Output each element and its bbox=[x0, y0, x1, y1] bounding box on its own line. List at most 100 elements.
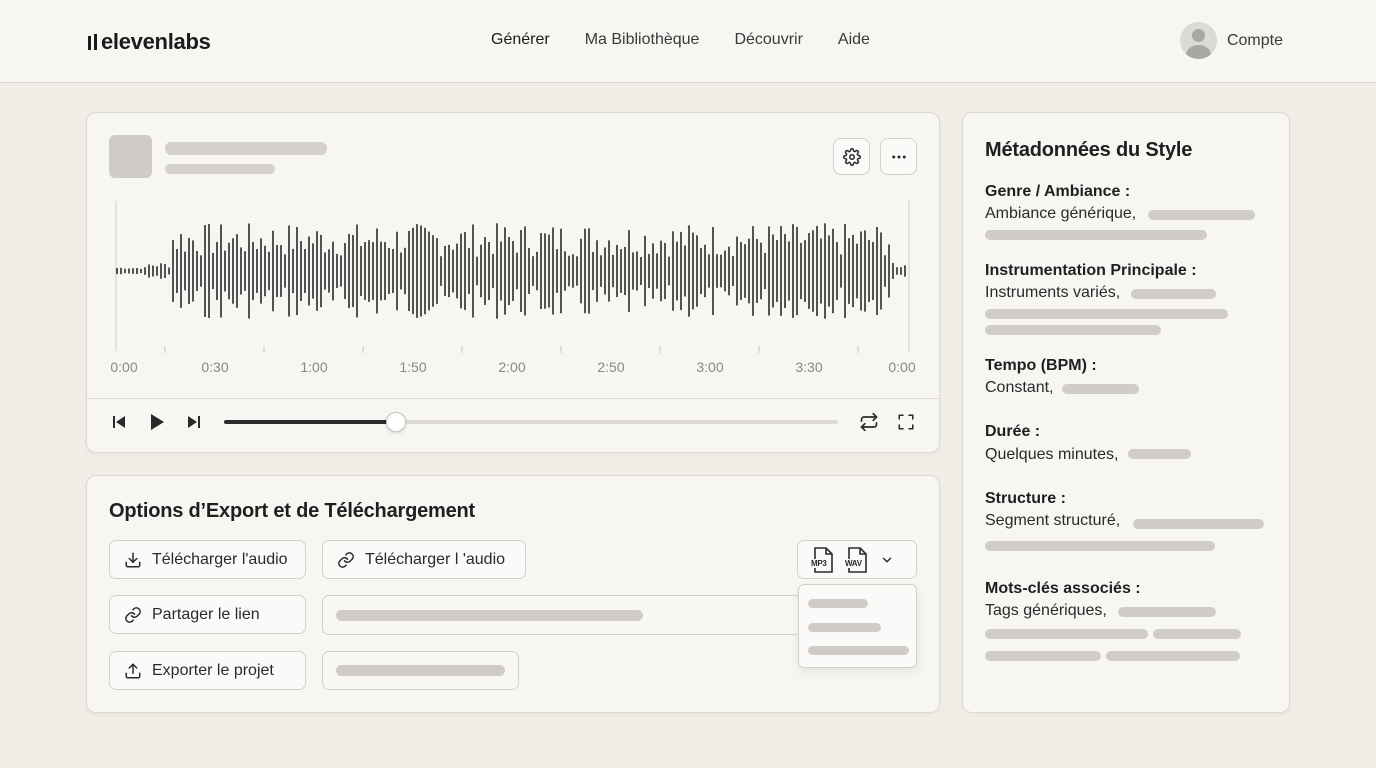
skip-back-icon bbox=[113, 416, 125, 428]
timeline-label: 3:30 bbox=[795, 359, 823, 375]
instrumentation-value: Instruments variés, bbox=[985, 284, 1121, 301]
export-title: Options d’Export et de Téléchargement bbox=[109, 500, 475, 522]
text-placeholder bbox=[1153, 629, 1241, 639]
dropdown-option-placeholder[interactable] bbox=[808, 599, 868, 608]
previous-button[interactable] bbox=[106, 409, 132, 435]
top-navigation-bar: elevenlabs Générer Ma Bibliothèque Décou… bbox=[0, 0, 1376, 83]
wav-file-icon: WAV bbox=[844, 546, 870, 573]
timeline-label: 0:00 bbox=[888, 359, 916, 375]
instrumentation-label: Instrumentation Principale : bbox=[985, 262, 1197, 279]
upload-icon bbox=[125, 663, 141, 678]
text-placeholder bbox=[985, 309, 1228, 319]
repeat-button[interactable] bbox=[856, 409, 882, 435]
main-nav: Générer Ma Bibliothèque Découvrir Aide bbox=[491, 31, 870, 49]
avatar[interactable] bbox=[1179, 22, 1217, 59]
share-link-button[interactable]: Partager le lien bbox=[109, 595, 306, 634]
download-audio-label: Télécharger l'audio bbox=[152, 550, 288, 568]
text-placeholder bbox=[1128, 449, 1191, 459]
text-placeholder bbox=[985, 325, 1161, 335]
track-thumbnail-placeholder bbox=[109, 135, 152, 178]
track-title-placeholder bbox=[165, 142, 327, 155]
duration-value: Quelques minutes, bbox=[985, 446, 1119, 463]
keywords-label: Mots-clés associés : bbox=[985, 580, 1141, 597]
share-link-field[interactable] bbox=[322, 595, 802, 635]
tempo-value: Constant, bbox=[985, 379, 1054, 396]
download-audio-link-label: Télécharger l 'audio bbox=[365, 550, 506, 568]
structure-label: Structure : bbox=[985, 490, 1066, 507]
export-project-label: Exporter le projet bbox=[152, 661, 274, 679]
timeline-label: 1:00 bbox=[300, 359, 328, 375]
timeline-label: 0:30 bbox=[201, 359, 229, 375]
download-icon bbox=[125, 552, 141, 567]
timeline-label: 0:00 bbox=[110, 359, 138, 375]
timeline-label: 2:50 bbox=[597, 359, 625, 375]
text-placeholder bbox=[1118, 607, 1216, 617]
dropdown-option-placeholder[interactable] bbox=[808, 623, 881, 632]
play-icon bbox=[151, 414, 164, 430]
duration-label: Durée : bbox=[985, 423, 1041, 440]
timeline-label: 3:00 bbox=[696, 359, 724, 375]
account-label: Compte bbox=[1226, 31, 1283, 49]
text-placeholder bbox=[1131, 289, 1216, 299]
nav-library[interactable]: Ma Bibliothèque bbox=[585, 31, 700, 49]
logo-bars-icon bbox=[88, 34, 97, 50]
text-placeholder bbox=[985, 541, 1215, 551]
audio-waveform[interactable] bbox=[87, 201, 941, 501]
skip-forward-icon bbox=[188, 416, 200, 428]
download-audio-link-button[interactable]: Télécharger l 'audio bbox=[322, 540, 526, 579]
next-button[interactable] bbox=[181, 409, 207, 435]
player-divider bbox=[87, 398, 939, 399]
metadata-title: Métadonnées du Style bbox=[985, 139, 1193, 161]
play-button[interactable] bbox=[144, 409, 170, 435]
brand-name: elevenlabs bbox=[101, 29, 211, 54]
tempo-label: Tempo (BPM) : bbox=[985, 357, 1097, 374]
text-placeholder bbox=[1062, 384, 1139, 394]
share-link-label: Partager le lien bbox=[152, 605, 260, 623]
link-text-placeholder bbox=[336, 610, 643, 621]
fullscreen-icon bbox=[898, 414, 914, 430]
text-placeholder bbox=[1133, 519, 1264, 529]
link-icon bbox=[125, 606, 141, 623]
link-icon bbox=[338, 551, 354, 568]
fullscreen-button[interactable] bbox=[893, 409, 919, 435]
text-placeholder bbox=[985, 629, 1148, 639]
download-audio-button[interactable]: Télécharger l'audio bbox=[109, 540, 306, 579]
format-dropdown-menu bbox=[798, 584, 917, 668]
settings-button[interactable] bbox=[833, 138, 870, 175]
export-project-button[interactable]: Exporter le projet bbox=[109, 651, 306, 690]
text-placeholder bbox=[985, 230, 1207, 240]
format-wav-label: WAV bbox=[844, 558, 863, 568]
progress-handle[interactable] bbox=[385, 412, 406, 432]
dropdown-option-placeholder[interactable] bbox=[808, 646, 909, 655]
project-text-placeholder bbox=[336, 665, 505, 676]
more-horizontal-icon bbox=[891, 155, 906, 158]
brand-logo[interactable]: elevenlabs bbox=[88, 29, 211, 55]
gear-icon bbox=[842, 147, 861, 166]
timeline-label: 2:00 bbox=[498, 359, 526, 375]
genre-value: Ambiance générique, bbox=[985, 205, 1137, 222]
text-placeholder bbox=[985, 651, 1101, 661]
track-subtitle-placeholder bbox=[165, 164, 275, 174]
keywords-value: Tags génériques, bbox=[985, 602, 1107, 619]
audio-player-card: 0:00 0:30 1:00 1:50 2:00 2:50 3:00 3:30 … bbox=[86, 112, 940, 453]
project-name-field[interactable] bbox=[322, 651, 519, 690]
progress-fill bbox=[224, 420, 396, 424]
nav-help[interactable]: Aide bbox=[838, 31, 870, 49]
style-metadata-card: Métadonnées du Style Genre / Ambiance : … bbox=[962, 112, 1290, 713]
more-options-button[interactable] bbox=[880, 138, 917, 175]
account-menu[interactable]: Compte bbox=[1179, 22, 1283, 59]
export-options-card: Options d’Export et de Téléchargement Té… bbox=[86, 475, 940, 713]
text-placeholder bbox=[1148, 210, 1255, 220]
repeat-icon bbox=[860, 412, 878, 432]
text-placeholder bbox=[1106, 651, 1240, 661]
mp3-file-icon: MP3 bbox=[810, 546, 836, 573]
format-selector[interactable]: MP3 WAV bbox=[797, 540, 917, 579]
timeline-label: 1:50 bbox=[399, 359, 427, 375]
playback-progress-slider[interactable] bbox=[224, 412, 838, 432]
nav-generate[interactable]: Générer bbox=[491, 31, 550, 49]
chevron-down-icon bbox=[882, 557, 892, 562]
genre-label: Genre / Ambiance : bbox=[985, 183, 1131, 200]
format-mp3-label: MP3 bbox=[810, 558, 828, 568]
structure-value: Segment structuré, bbox=[985, 512, 1121, 529]
nav-discover[interactable]: Découvrir bbox=[734, 31, 802, 49]
